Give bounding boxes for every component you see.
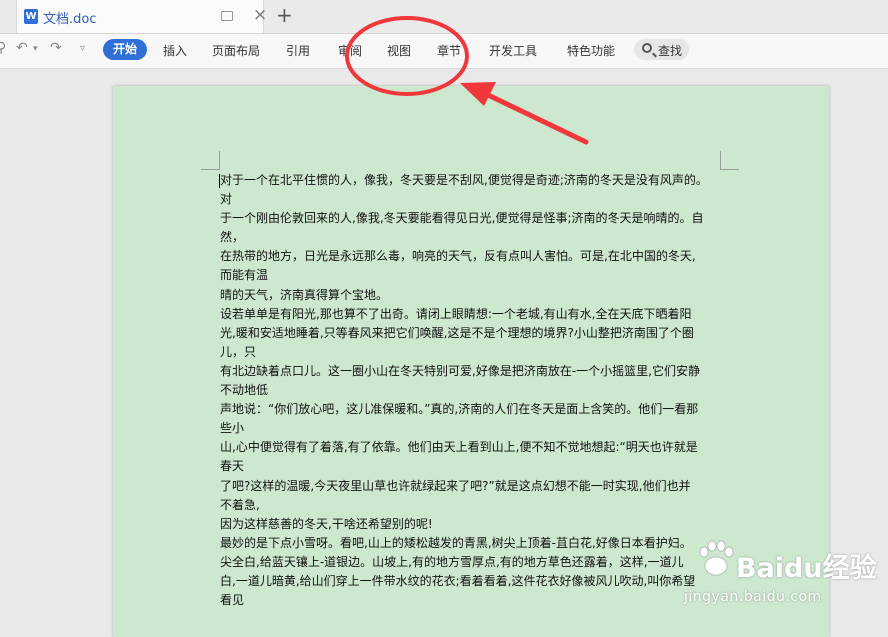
document-line: 不动地低 (220, 383, 269, 398)
tab-page-layout[interactable]: 页面布局 (212, 42, 260, 59)
tab-window-icon[interactable] (221, 11, 233, 21)
document-tab-title: 文档.doc (43, 12, 97, 27)
document-line: 然， (220, 230, 245, 245)
document-line: 看见 (220, 593, 245, 608)
tab-special-features[interactable]: 特色功能 (567, 42, 615, 59)
ribbon-menu-bar: ⚲ ↶ ▾ ↷ ▿ 开始 插入 页面布局 引用 审阅 视图 章节 开发工具 特色… (0, 34, 888, 69)
undo-icon[interactable]: ↶ (16, 40, 28, 56)
document-line: 不着急, (220, 497, 260, 512)
tab-references[interactable]: 引用 (286, 42, 310, 59)
document-line: 了吧?这样的温暖,今天夜里山草也许就绿起来了吧?”就是这点幻想不能一时实现,他们… (220, 478, 691, 493)
document-line: 对于一个在北平住惯的人，像我，冬天要是不刮风,便觉得是奇迹;济南的冬天是没有风声… (220, 173, 708, 187)
document-line: 儿，只 (220, 344, 257, 359)
find-label: 查找 (658, 44, 683, 58)
document-line: 设若单单是有阳光,那也算不了出奇。请闭上眼睛想:一个老城,有山有水,全在天底下晒… (220, 306, 692, 321)
crop-mark-top-right (720, 151, 739, 170)
tab-review[interactable]: 审阅 (338, 42, 362, 59)
tab-insert[interactable]: 插入 (163, 42, 187, 59)
tab-view[interactable]: 视图 (387, 42, 411, 59)
tab-bar: W 文档.doc × + (0, 0, 888, 34)
document-line: 晴的天气，济南真得算个宝地。 (220, 287, 389, 302)
new-tab-icon[interactable]: + (276, 3, 293, 27)
document-line: 有北边缺着点口儿。这一圈小山在冬天特别可爱,好像是把济南放在-一个小摇篮里,它们… (220, 363, 700, 378)
document-line: 声地说：“你们放心吧，这儿准保暖和。”真的,济南的人们在冬天是面上含笑的。他们一… (220, 402, 699, 417)
document-line: 于一个刚由伦敦回来的人,像我,冬天要能看得见日光,便觉得是怪事;济南的冬天是响晴… (220, 211, 704, 226)
document-line: 尖全白,给蓝天镶上-道银边。山坡上,有的地方雪厚点,有的地方草色还露着，这样,一… (220, 554, 684, 569)
document-line: 光,暖和安适地睡着,只等春风来把它们唤醒,这是不是个理想的境界?小山整把济南围了… (220, 325, 694, 340)
close-tab-icon[interactable]: × (253, 5, 267, 25)
crop-mark-top-left (201, 151, 220, 170)
document-tab[interactable]: W 文档.doc × (16, 0, 267, 33)
search-icon (642, 43, 652, 53)
document-line: 在热带的地方，日光是永远那么毒，响亮的天气，反有点叫人害怕。可是,在北中国的冬天… (220, 249, 696, 264)
find-button[interactable]: 查找 (634, 39, 689, 60)
watermark-url: jingyan.baidu.com (684, 589, 822, 605)
document-line: 白,一道儿暗黄,给山们穿上一件带水纹的花衣;看着看着,这件花衣好像被风儿吹动,叫… (220, 573, 696, 588)
tab-home[interactable]: 开始 (103, 39, 147, 60)
undo-dropdown-icon[interactable]: ▾ (33, 44, 38, 54)
document-line: 而能有温 (220, 268, 269, 283)
document-line: 最妙的是下点小雪呀。看吧,山上的矮松越发的青黑,树尖上顶着-苴白花,好像日本看护… (220, 535, 692, 550)
baidu-paw-icon (699, 540, 734, 576)
tab-developer-tools[interactable]: 开发工具 (489, 42, 537, 59)
document-line: 春天 (220, 459, 245, 474)
tab-chapter[interactable]: 章节 (437, 42, 461, 59)
document-line: 对 (220, 192, 233, 207)
redo-icon[interactable]: ↷ (50, 40, 62, 56)
quick-search-icon[interactable]: ⚲ (0, 40, 6, 56)
document-line: 山,心中便觉得有了着落,有了依靠。他们由天上看到山上,便不知不觉地想起:“明天也… (220, 440, 698, 455)
customize-dropdown-icon[interactable]: ▿ (80, 43, 85, 54)
watermark-brand: Baidu经验 (736, 553, 877, 584)
document-line: 些小 (220, 421, 245, 436)
document-body-text[interactable]: 对于一个在北平住惯的人，像我，冬天要是不刮风,便觉得是奇迹;济南的冬天是没有风声… (220, 171, 723, 610)
document-line: 因为这样慈善的冬天,干啥还希望别的呢! (220, 516, 433, 531)
wps-writer-icon: W (24, 9, 38, 24)
baidu-jingyan-watermark: Baidu经验 jingyan.baidu.com (684, 528, 884, 628)
